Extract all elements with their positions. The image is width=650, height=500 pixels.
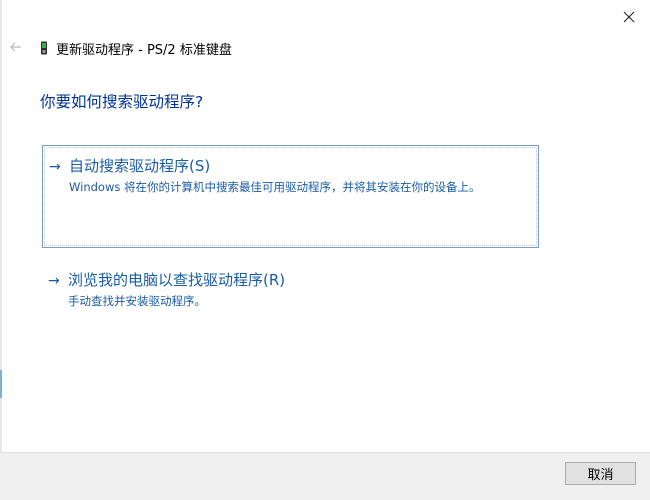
close-button[interactable]	[612, 2, 646, 32]
page-heading: 你要如何搜索驱动程序?	[40, 93, 204, 111]
auto-search-description: Windows 将在你的计算机中搜索最佳可用驱动程序，并将其安装在你的设备上。	[69, 180, 481, 194]
arrow-right-icon: →	[49, 159, 61, 175]
close-icon	[623, 11, 635, 23]
arrow-right-icon: →	[48, 273, 60, 289]
left-edge-strip	[0, 0, 2, 500]
auto-search-title: 自动搜索驱动程序(S)	[69, 157, 211, 175]
update-driver-window: 更新驱动程序 - PS/2 标准键盘 你要如何搜索驱动程序? → 自动搜索驱动程…	[0, 0, 650, 500]
keyboard-device-icon	[41, 41, 47, 55]
window-title: 更新驱动程序 - PS/2 标准键盘	[56, 42, 232, 58]
back-arrow-icon	[10, 42, 21, 52]
auto-search-option[interactable]: → 自动搜索驱动程序(S) Windows 将在你的计算机中搜索最佳可用驱动程序…	[42, 145, 539, 248]
cancel-button[interactable]: 取消	[565, 462, 636, 485]
browse-computer-title: 浏览我的电脑以查找驱动程序(R)	[68, 271, 286, 289]
browse-computer-description: 手动查找并安装驱动程序。	[68, 294, 206, 308]
back-button[interactable]	[8, 39, 24, 55]
wizard-header: 更新驱动程序 - PS/2 标准键盘	[40, 38, 232, 58]
browse-computer-option[interactable]: → 浏览我的电脑以查找驱动程序(R) 手动查找并安装驱动程序。	[42, 265, 539, 315]
left-edge-accent	[0, 370, 2, 398]
dialog-footer: 取消	[0, 452, 650, 500]
